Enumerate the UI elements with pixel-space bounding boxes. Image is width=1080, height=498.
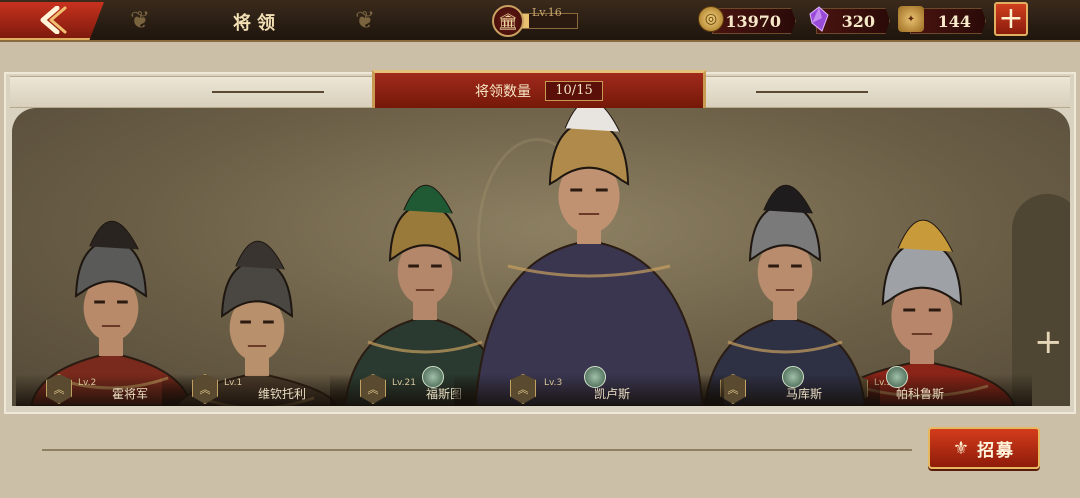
coin-value: 13970 [725,12,781,31]
coin-counter[interactable]: 13970 [712,8,796,34]
gold-coin-icon: ◎ [698,6,724,32]
page-title: 将领 [233,13,281,34]
hero-card[interactable]: ︽ Lv.3 凯卢斯 [454,108,724,406]
hero-card[interactable]: ︽ Lv.1 维钦托利 [162,176,352,406]
hero-name: 维钦托利 [258,387,307,401]
back-arrow-icon [40,6,67,34]
hero-level: Lv.2 [78,378,97,388]
recruit-button[interactable]: ⚜ 招募 [928,427,1040,469]
hero-count-value: 10/15 [545,81,603,101]
add-resource-button[interactable]: + [994,2,1028,36]
level-text: Lv.16 [532,6,562,19]
hero-count-label: 将领数量 [475,84,531,100]
hero-stage: ︽ Lv.2 霍将军 ︽ Lv.1 维钦托利 ︽ Lv.21 福斯图 ︽ Lv.3 凯卢斯 [12,108,1070,406]
laurel-right-icon: ❦ [355,6,376,34]
recruit-ticket-icon: ✦ [898,6,924,32]
plus-icon: + [998,1,1024,36]
gem-value: 320 [841,12,875,31]
top-bar: ❦ 将领 ❦ Lv.16 🏛 13970 ◎ 320 144 ✦ + [0,0,1080,42]
recruit-helmet-icon: ⚜ [952,437,970,459]
back-button[interactable] [0,2,104,40]
hero-card-footer [162,374,352,406]
temple-icon: 🏛 [492,5,524,37]
strip-divider-left [212,91,324,93]
strip-divider-right [756,91,868,93]
bottom-divider [42,449,912,451]
add-hero-slot-plus-icon[interactable]: + [1034,322,1063,362]
top-band [0,42,1080,72]
laurel-left-icon: ❦ [130,6,151,34]
ticket-value: 144 [937,12,971,31]
recruit-label: 招募 [977,440,1016,461]
hero-level: Lv.21 [392,378,416,388]
hero-level: Lv.3 [544,378,563,388]
hero-count-panel: 将领数量 10/15 [372,70,706,112]
hero-name: 马库斯 [786,387,823,401]
hero-name: 凯卢斯 [594,387,631,401]
hero-level: Lv.1 [224,378,243,388]
hero-name: 霍将军 [112,387,149,401]
purple-gem-icon [806,6,832,32]
hero-name: 帕科鲁斯 [896,387,945,401]
